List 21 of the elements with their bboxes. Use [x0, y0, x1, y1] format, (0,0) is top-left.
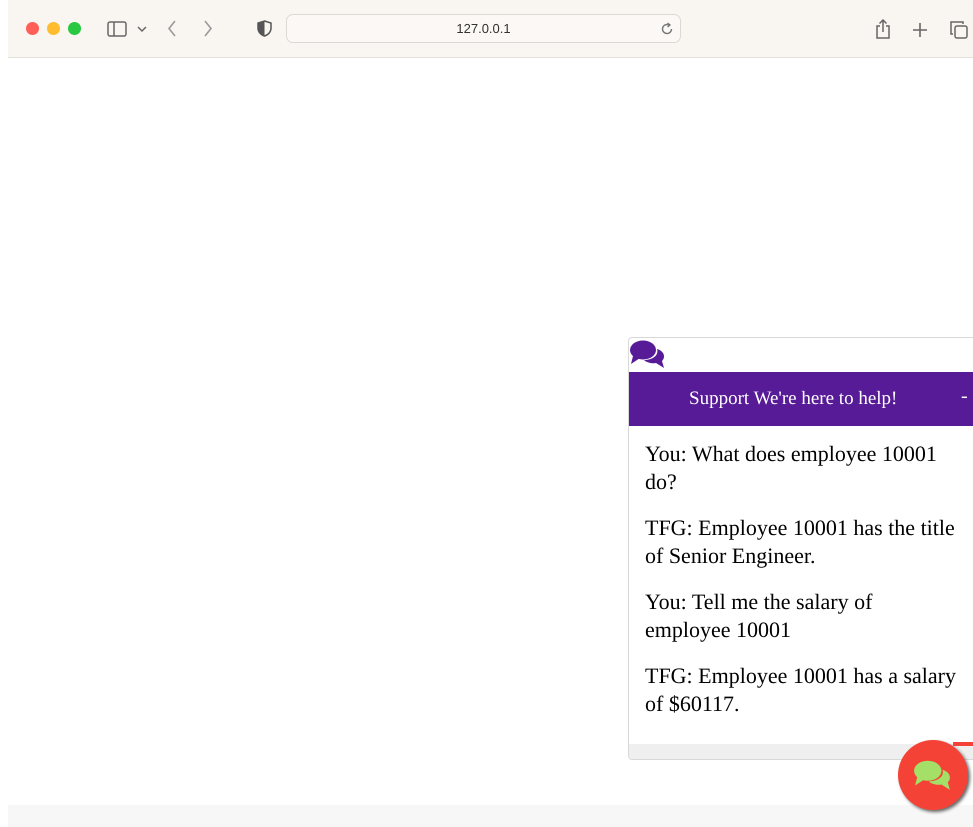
chat-message: You: What does employee 10001 do?	[645, 440, 938, 495]
tabs-overview-icon[interactable]	[950, 21, 968, 39]
chevron-down-icon[interactable]	[137, 24, 147, 32]
back-icon[interactable]	[167, 20, 177, 37]
reload-icon[interactable]	[660, 22, 674, 36]
forward-icon[interactable]	[203, 20, 213, 37]
chat-title: Support We're here to help!	[689, 386, 898, 411]
sidebar-icon[interactable]	[107, 20, 127, 36]
url-text: 127.0.0.1	[456, 20, 511, 38]
launcher-edge	[953, 742, 973, 746]
shield-icon[interactable]	[257, 20, 272, 37]
close-button[interactable]	[26, 22, 39, 35]
minimize-button[interactable]: -	[959, 384, 970, 408]
chat-icon	[913, 758, 953, 792]
chat-message: TFG: Employee 10001 has the title of Senior Engineer.	[645, 514, 956, 569]
chat-icon	[629, 339, 667, 369]
chat-message: You: Tell me the salary of employee 10001	[645, 588, 874, 643]
share-icon[interactable]	[875, 19, 891, 39]
new-tab-icon[interactable]	[912, 22, 928, 38]
address-bar[interactable]: 127.0.0.1	[286, 14, 681, 43]
chat-message: TFG: Employee 10001 has a salary of $60117.	[645, 662, 956, 717]
